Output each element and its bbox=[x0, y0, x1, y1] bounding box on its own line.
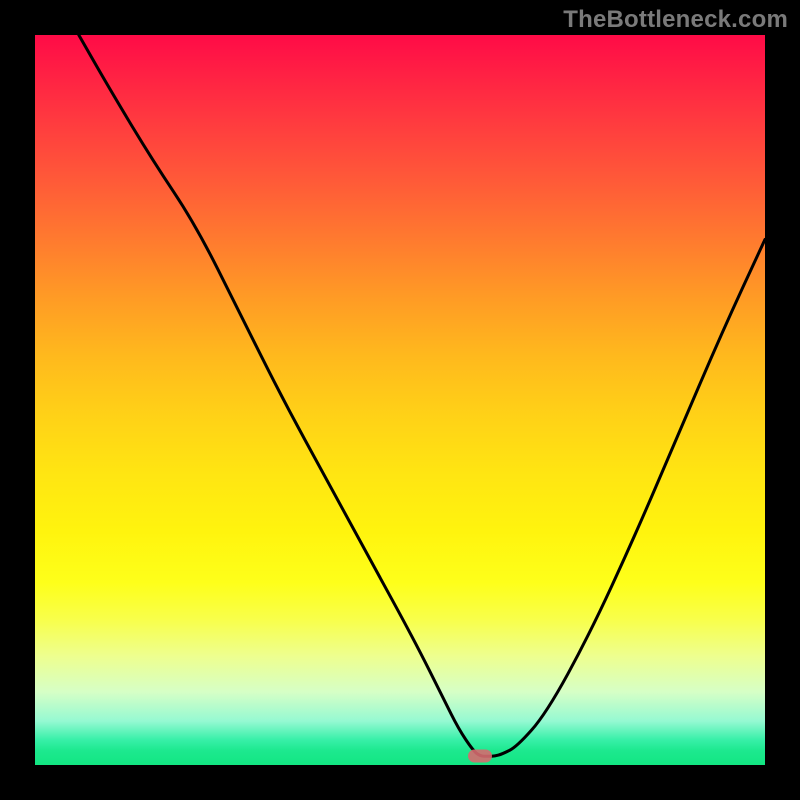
plot-area bbox=[35, 35, 765, 765]
chart-frame: TheBottleneck.com bbox=[0, 0, 800, 800]
bottleneck-curve bbox=[79, 35, 765, 756]
watermark-text: TheBottleneck.com bbox=[563, 6, 788, 34]
optimum-marker-icon bbox=[468, 750, 492, 763]
curve-svg bbox=[35, 35, 765, 765]
